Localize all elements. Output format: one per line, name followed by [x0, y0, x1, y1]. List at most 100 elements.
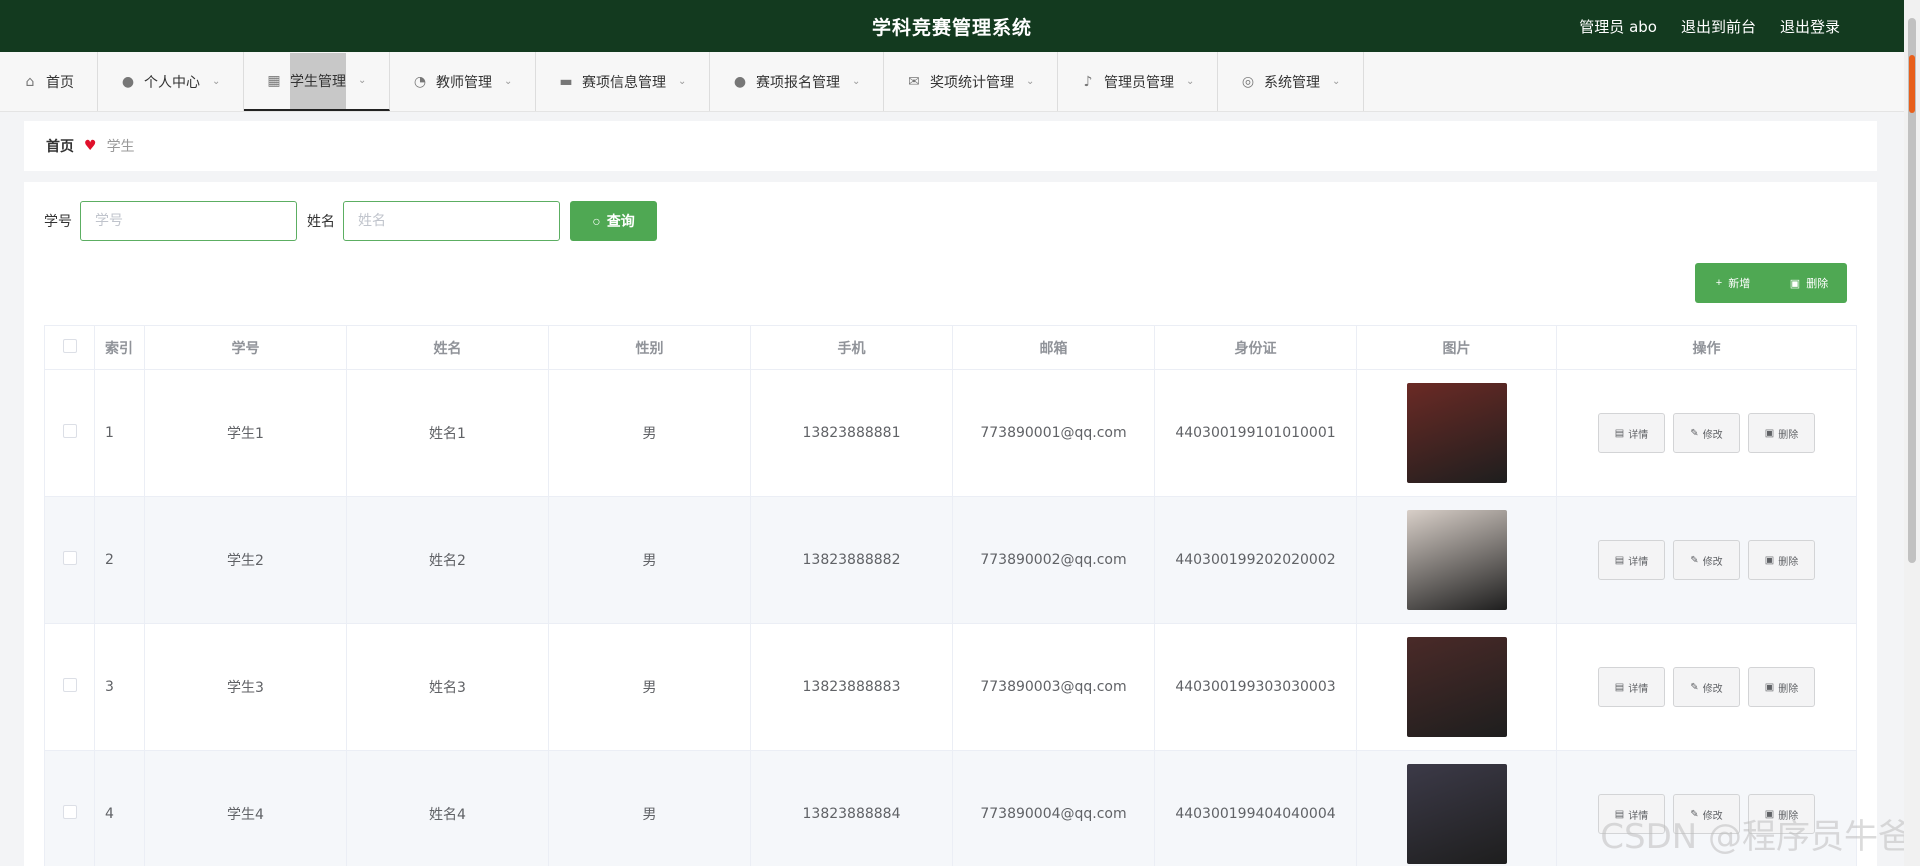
edit-button[interactable]: ✎ 修改 [1673, 667, 1740, 707]
query-button-label: 查询 [606, 213, 635, 229]
nav-item-competition-info[interactable]: ▬ 赛项信息管理 ⌄ [536, 52, 710, 111]
edit-button-label: 修改 [1702, 429, 1723, 441]
student-photo [1406, 510, 1507, 610]
chevron-down-icon: ⌄ [1186, 76, 1195, 87]
table-header-row: 索引 学号 姓名 性别 手机 邮箱 身份证 图片 操作 [44, 325, 1857, 370]
chevron-down-icon: ⌄ [678, 76, 687, 87]
email-cell: 773890003@qq.com [952, 623, 1155, 751]
document-icon: ▤ [1614, 554, 1625, 566]
name-input[interactable] [343, 201, 560, 241]
nav-item-admin-management[interactable]: ♪ 管理员管理 ⌄ [1058, 52, 1218, 111]
delete-button[interactable]: ▣ 删除 [1748, 540, 1815, 580]
column-header: 邮箱 [952, 325, 1155, 370]
delete-button[interactable]: ▣ 删除 [1748, 413, 1815, 453]
select-all-checkbox[interactable] [62, 338, 77, 353]
student-no-cell: 学生4 [144, 750, 347, 866]
watermark: CSDN @程序员牛爸 [1600, 817, 1912, 857]
student-no-cell: 学生2 [144, 496, 347, 624]
column-header: 索引 [94, 325, 145, 370]
grid-icon: ▦ [267, 72, 281, 89]
row-checkbox[interactable] [62, 805, 77, 819]
main-nav: ⌂ 首页 ● 个人中心 ⌄ ▦ 学生管理 ⌄ ◔ 教师管理 ⌄ ▬ 赛项信息管理… [0, 52, 1904, 112]
row-checkbox[interactable] [62, 551, 77, 565]
nav-item-teacher-management[interactable]: ◔ 教师管理 ⌄ [390, 52, 536, 111]
name-cell: 姓名4 [346, 750, 549, 866]
nav-item-label: 个人中心 [144, 74, 200, 91]
nav-item-student-management[interactable]: ▦ 学生管理 ⌄ [244, 52, 390, 111]
email-cell: 773890002@qq.com [952, 496, 1155, 624]
edit-button[interactable]: ✎ 修改 [1673, 540, 1740, 580]
gauge-icon: ◔ [413, 73, 427, 90]
nav-item-award-statistics[interactable]: ✉ 奖项统计管理 ⌄ [884, 52, 1058, 111]
nav-item-label: 赛项信息管理 [582, 74, 666, 91]
heart-icon: ♥ [84, 138, 97, 154]
nav-item-personal-center[interactable]: ● 个人中心 ⌄ [98, 52, 244, 111]
pencil-icon: ✎ [1690, 427, 1699, 439]
detail-button[interactable]: ▤ 详情 [1598, 413, 1665, 453]
id-card-cell: 440300199404040004 [1154, 750, 1357, 866]
document-icon: ▤ [1614, 427, 1625, 439]
student-table: 索引 学号 姓名 性别 手机 邮箱 身份证 图片 操作 1 学生1 姓名1 男 … [44, 325, 1857, 866]
chat-icon: ▬ [559, 73, 573, 90]
detail-button[interactable]: ▤ 详情 [1598, 540, 1665, 580]
breadcrumb: 首页 ♥ 学生 [24, 121, 1877, 171]
row-select-cell [44, 750, 95, 866]
nav-item-label: 奖项统计管理 [930, 74, 1014, 91]
index-cell: 4 [94, 750, 145, 866]
delete-button-label: 删除 [1778, 429, 1799, 441]
student-no-cell: 学生3 [144, 623, 347, 751]
pencil-icon: ✎ [1690, 681, 1699, 693]
edit-button-label: 修改 [1702, 683, 1723, 695]
nav-item-label: 系统管理 [1264, 74, 1320, 91]
id-card-cell: 440300199202020002 [1154, 496, 1357, 624]
name-cell: 姓名3 [346, 623, 549, 751]
nav-item-label: 教师管理 [436, 74, 492, 91]
query-button[interactable]: ○ 查询 [570, 201, 657, 241]
name-cell: 姓名1 [346, 369, 549, 497]
edit-button[interactable]: ✎ 修改 [1673, 413, 1740, 453]
user-icon: ● [121, 73, 135, 90]
table-row: 4 学生4 姓名4 男 13823888884 773890004@qq.com… [44, 750, 1857, 866]
index-cell: 3 [94, 623, 145, 751]
email-cell: 773890001@qq.com [952, 369, 1155, 497]
column-header: 图片 [1356, 325, 1557, 370]
bulb-icon: ● [733, 73, 747, 90]
nav-item-label: 首页 [46, 74, 74, 91]
delete-button[interactable]: ▣ 删除 [1748, 667, 1815, 707]
photo-cell [1356, 369, 1557, 497]
row-checkbox[interactable] [62, 424, 77, 438]
select-all-header [44, 325, 95, 370]
photo-cell [1356, 496, 1557, 624]
add-button[interactable]: + 新增 [1695, 263, 1771, 303]
phone-cell: 13823888882 [750, 496, 953, 624]
gender-cell: 男 [548, 623, 751, 751]
nav-item-label: 赛项报名管理 [756, 74, 840, 91]
mail-icon: ✉ [908, 73, 920, 90]
nav-item-system-management[interactable]: ◎ 系统管理 ⌄ [1218, 52, 1364, 111]
gender-cell: 男 [548, 750, 751, 866]
current-user-label: 管理员 abo [1579, 17, 1657, 36]
student-no-cell: 学生1 [144, 369, 347, 497]
logout-link[interactable]: 退出登录 [1780, 16, 1840, 37]
compass-icon: ◎ [1241, 73, 1255, 90]
batch-delete-button[interactable]: ▣ 删除 [1771, 263, 1847, 303]
breadcrumb-home[interactable]: 首页 [46, 136, 74, 156]
id-card-cell: 440300199101010001 [1154, 369, 1357, 497]
row-select-cell [44, 496, 95, 624]
student-no-input[interactable] [80, 201, 297, 241]
header-actions: 管理员 abo 退出到前台 退出登录 [1579, 16, 1840, 37]
table-row: 1 学生1 姓名1 男 13823888881 773890001@qq.com… [44, 369, 1857, 497]
phone-cell: 13823888881 [750, 369, 953, 497]
page-scrollbar[interactable] [1904, 0, 1920, 866]
row-checkbox[interactable] [62, 678, 77, 692]
photo-cell [1356, 750, 1557, 866]
nav-item-home[interactable]: ⌂ 首页 [0, 52, 98, 111]
row-select-cell [44, 623, 95, 751]
exit-to-front-link[interactable]: 退出到前台 [1681, 16, 1756, 37]
trash-icon: ▣ [1764, 681, 1775, 693]
pencil-icon: ✎ [1690, 554, 1699, 566]
chevron-down-icon: ⌄ [358, 75, 367, 86]
nav-item-competition-signup[interactable]: ● 赛项报名管理 ⌄ [710, 52, 884, 111]
detail-button[interactable]: ▤ 详情 [1598, 667, 1665, 707]
row-select-cell [44, 369, 95, 497]
